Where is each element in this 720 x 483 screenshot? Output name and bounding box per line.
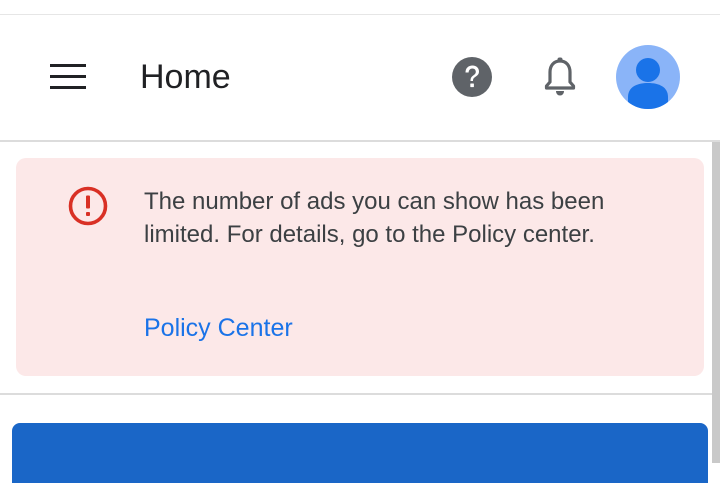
scrollbar[interactable] <box>712 142 720 463</box>
notification-bell-icon[interactable] <box>541 56 579 98</box>
app-bar-divider <box>0 140 720 142</box>
help-icon[interactable] <box>452 57 492 97</box>
section-divider <box>0 393 712 395</box>
account-avatar[interactable] <box>616 45 680 109</box>
account-avatar-icon <box>628 58 668 109</box>
blue-content-card[interactable] <box>12 423 708 483</box>
hamburger-menu-icon[interactable] <box>50 64 86 90</box>
top-status-strip <box>0 0 720 15</box>
policy-center-link[interactable]: Policy Center <box>144 311 293 345</box>
page-title: Home <box>140 58 231 96</box>
alert-message: The number of ads you can show has been … <box>144 188 605 248</box>
app-bar <box>0 15 720 140</box>
error-circle-icon <box>67 185 109 227</box>
